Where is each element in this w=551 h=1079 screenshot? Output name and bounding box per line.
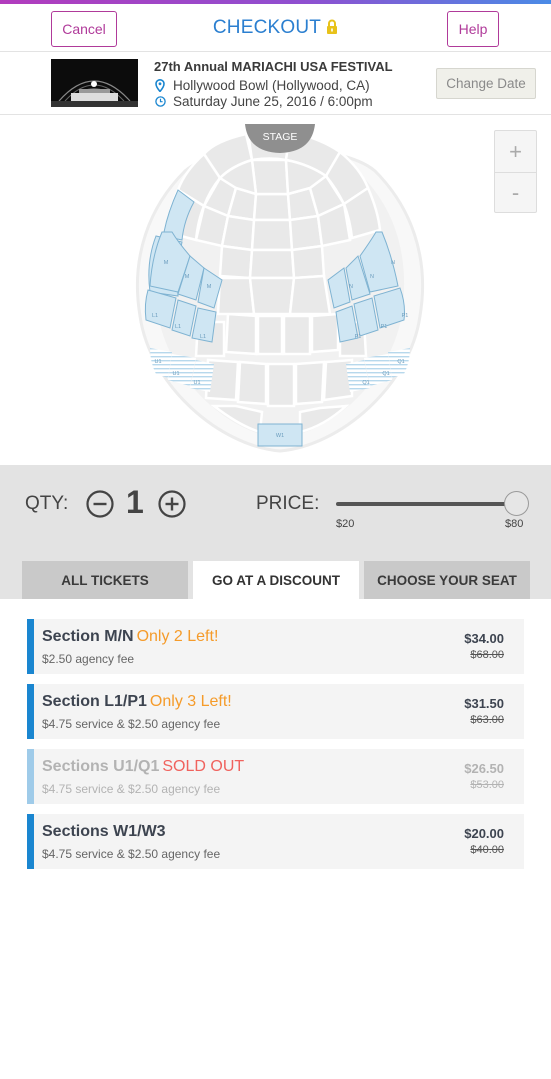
change-date-button[interactable]: Change Date — [436, 68, 536, 99]
stage-label: STAGE — [263, 131, 298, 143]
section-label-u1: U1 — [154, 359, 161, 365]
ticket-controls: QTY: 1 PRICE: $20 $80 ALL TICKETS GO AT … — [0, 465, 551, 599]
event-date: Saturday June 25, 2016 / 6:00pm — [154, 94, 373, 109]
listing-row[interactable]: Sections W1/W3 $4.75 service & $2.50 age… — [27, 814, 524, 869]
event-thumbnail — [51, 59, 138, 107]
listing-section-name: Section M/N — [42, 628, 134, 645]
listing-section-name: Section L1/P1 — [42, 693, 147, 710]
section-label-p1: P1 — [402, 313, 409, 319]
listing-availability-tag: Only 2 Left! — [136, 628, 219, 645]
zoom-in-button[interactable]: + — [495, 131, 536, 172]
qty-decrease-button[interactable] — [85, 489, 115, 524]
section-label-l1: L1 — [200, 334, 206, 340]
listing-row[interactable]: Section L1/P1 Only 3 Left! $4.75 service … — [27, 684, 524, 739]
listing-fee: $4.75 service & $2.50 agency fee — [42, 782, 221, 796]
price-slider-handle[interactable] — [503, 491, 529, 516]
help-button[interactable]: Help — [447, 11, 499, 47]
section-label-q1: Q1 — [397, 359, 404, 365]
listing-section: Section M/N Only 2 Left! — [42, 628, 218, 646]
seating-map[interactable]: STAGE M M M N N N L1 L1 L1 P1 P1 P1 U1 U… — [0, 116, 551, 465]
listing-row: Sections U1/Q1 SOLD OUT $4.75 service & $… — [27, 749, 524, 804]
tab-all-tickets[interactable]: ALL TICKETS — [22, 561, 188, 599]
section-label-n: N — [349, 284, 353, 290]
listing-fee: $4.75 service & $2.50 agency fee — [42, 717, 221, 731]
listing-section: Sections W1/W3 — [42, 823, 169, 841]
qty-increase-button[interactable] — [157, 489, 187, 524]
checkout-header: Cancel CHECKOUT Help — [0, 4, 551, 52]
map-zoom-controls: + - — [494, 130, 537, 213]
event-date-text: Saturday June 25, 2016 / 6:00pm — [173, 94, 373, 109]
minus-circle-icon — [86, 490, 114, 518]
listing-row[interactable]: Section M/N Only 2 Left! $2.50 agency fee… — [27, 619, 524, 674]
price-slider-max: $80 — [505, 518, 524, 530]
listing-accent-bar — [27, 619, 34, 674]
listing-price: $26.50 — [464, 761, 504, 776]
listing-price: $34.00 — [464, 631, 504, 646]
section-label-u1: U1 — [172, 371, 179, 377]
listing-availability-tag: Only 3 Left! — [149, 693, 232, 710]
event-venue: Hollywood Bowl (Hollywood, CA) — [154, 78, 370, 93]
section-label-n: N — [391, 260, 395, 266]
plus-circle-icon — [158, 490, 186, 518]
listing-section: Sections U1/Q1 SOLD OUT — [42, 758, 244, 776]
checkout-title-text: CHECKOUT — [212, 17, 322, 38]
tab-go-at-a-discount[interactable]: GO AT A DISCOUNT — [193, 561, 359, 599]
section-label-m: M — [164, 260, 169, 266]
section-label-n: N — [370, 274, 374, 280]
qty-label: QTY: — [25, 493, 69, 514]
listing-accent-bar — [27, 684, 34, 739]
listing-section-name: Sections W1/W3 — [42, 823, 166, 840]
listing-fee: $4.75 service & $2.50 agency fee — [42, 847, 221, 861]
listing-original-price: $68.00 — [470, 649, 504, 661]
tab-choose-your-seat[interactable]: CHOOSE YOUR SEAT — [364, 561, 530, 599]
section-label-q1: Q1 — [382, 371, 389, 377]
section-label-p1: P1 — [355, 334, 362, 340]
section-label-w1: W1 — [276, 433, 284, 439]
section-label-m: M — [185, 274, 190, 280]
listing-availability-tag: SOLD OUT — [162, 758, 245, 775]
listing-accent-bar — [27, 749, 34, 804]
listing-original-price: $63.00 — [470, 714, 504, 726]
seating-chart[interactable]: STAGE M M M N N N L1 L1 L1 P1 P1 P1 U1 U… — [0, 116, 551, 465]
listing-original-price: $53.00 — [470, 779, 504, 791]
price-label: PRICE: — [256, 493, 320, 514]
price-slider-track[interactable] — [336, 502, 516, 506]
listing-price: $20.00 — [464, 826, 504, 841]
zoom-out-button[interactable]: - — [495, 172, 536, 213]
section-label-l1: L1 — [175, 324, 181, 330]
section-label-p1: P1 — [381, 324, 388, 330]
listing-price: $31.50 — [464, 696, 504, 711]
clock-icon — [154, 96, 166, 107]
section-label-u1: U1 — [193, 380, 200, 386]
section-label-q1: Q1 — [362, 380, 369, 386]
event-title: 27th Annual MARIACHI USA FESTIVAL — [154, 59, 393, 74]
section-label-l1: L1 — [152, 313, 158, 319]
listing-original-price: $40.00 — [470, 844, 504, 856]
listing-accent-bar — [27, 814, 34, 869]
event-info: 27th Annual MARIACHI USA FESTIVAL Hollyw… — [0, 52, 551, 115]
qty-value: 1 — [126, 484, 144, 520]
lock-icon — [326, 19, 338, 41]
event-venue-text: Hollywood Bowl (Hollywood, CA) — [173, 78, 370, 93]
price-slider-min: $20 — [336, 518, 355, 530]
map-pin-icon — [154, 79, 166, 92]
listing-fee: $2.50 agency fee — [42, 652, 135, 666]
listing-section: Section L1/P1 Only 3 Left! — [42, 693, 232, 711]
section-label-m: M — [207, 284, 212, 290]
listing-section-name: Sections U1/Q1 — [42, 758, 160, 775]
